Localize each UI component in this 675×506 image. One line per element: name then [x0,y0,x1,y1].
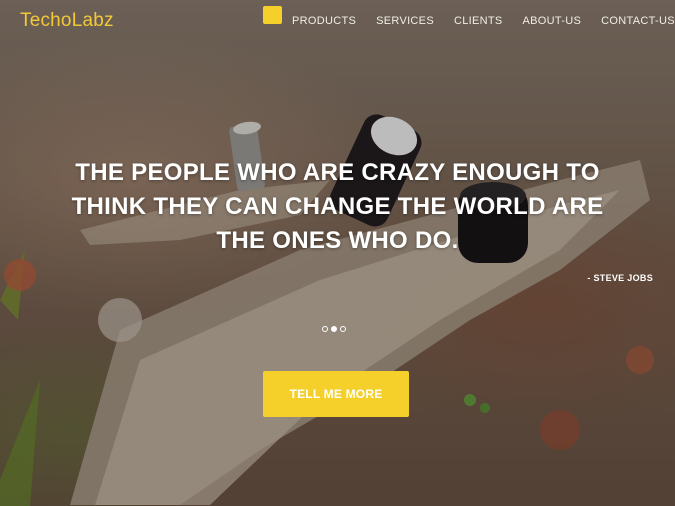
nav-link-services[interactable]: SERVICES [376,15,434,27]
nav-link-products[interactable]: PRODUCTS [292,15,356,27]
nav-link-about-us[interactable]: ABOUT-US [523,15,582,27]
quote-line: THE ONES WHO DO. [216,227,459,254]
tell-me-more-button[interactable]: TELL ME MORE [263,371,409,417]
hero-section: TechoLabz PRODUCTS SERVICES CLIENTS ABOU… [0,0,675,506]
brand-logo[interactable]: TechoLabz [20,10,114,32]
quote-line: THE PEOPLE WHO ARE CRAZY ENOUGH TO [75,159,600,186]
quote-author: - STEVE JOBS [587,273,653,283]
menu-square-icon [263,6,282,24]
nav-link-clients[interactable]: CLIENTS [454,15,503,27]
navbar: TechoLabz PRODUCTS SERVICES CLIENTS ABOU… [0,0,675,44]
carousel-dot[interactable] [322,326,328,332]
carousel-dot-active[interactable] [331,326,337,332]
nav-link-contact-us[interactable]: CONTACT-US [601,15,675,27]
carousel-dot[interactable] [340,326,346,332]
carousel-indicators [322,326,349,332]
quote-line: THINK THEY CAN CHANGE THE WORLD ARE [71,193,604,220]
hero-quote: THE PEOPLE WHO ARE CRAZY ENOUGH TO THINK… [20,156,655,258]
nav-menu: PRODUCTS SERVICES CLIENTS ABOUT-US CONTA… [292,15,675,27]
